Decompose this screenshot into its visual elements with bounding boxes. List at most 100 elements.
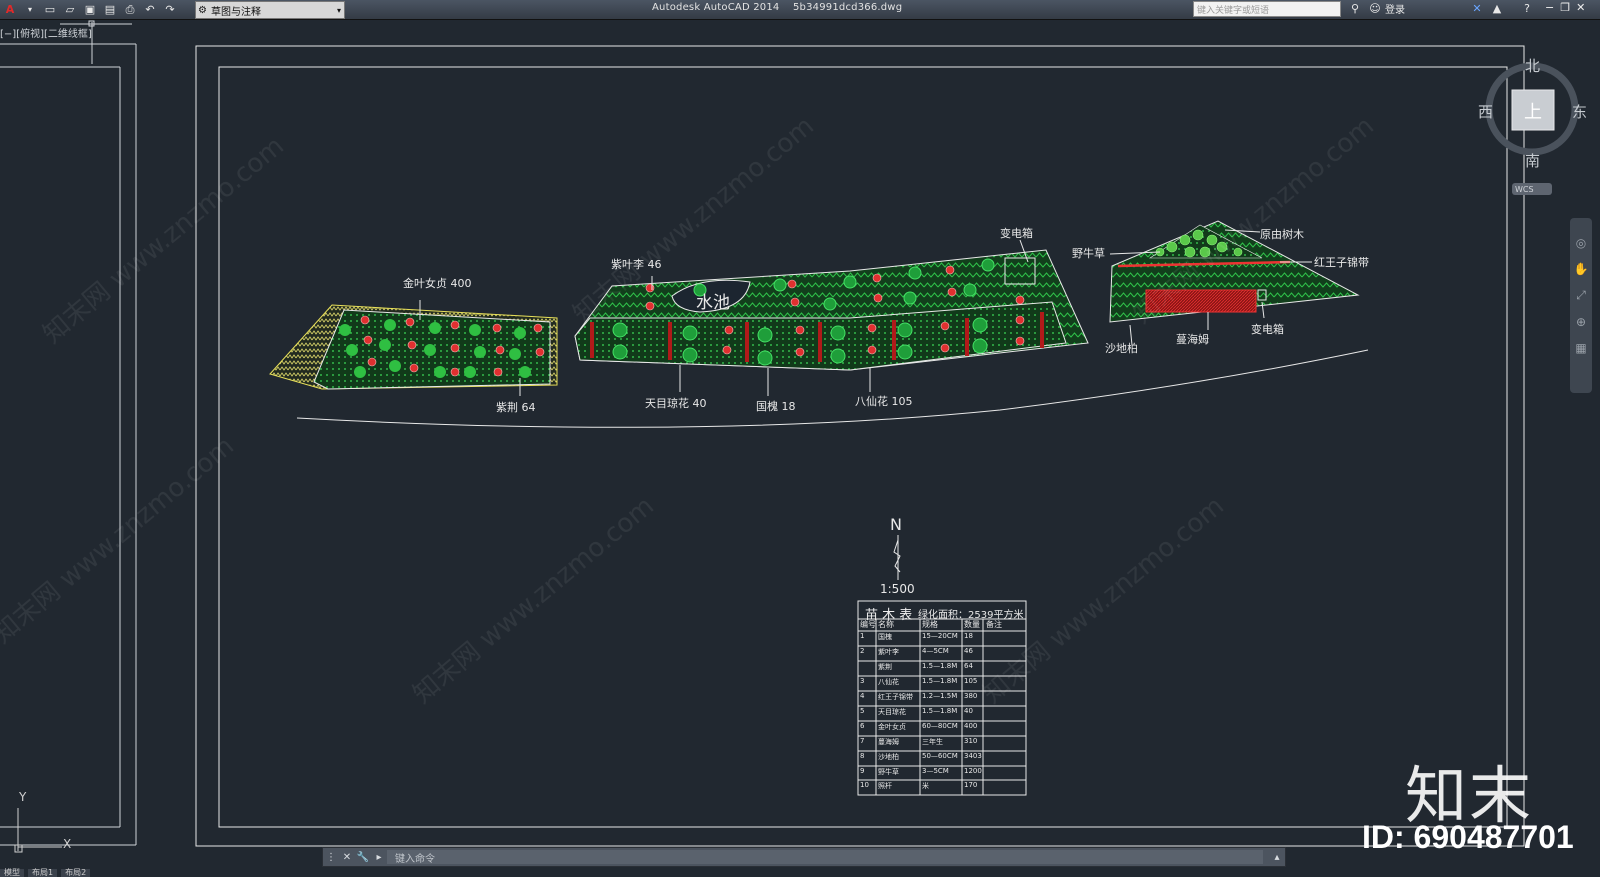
table-cell: 8 <box>860 752 865 760</box>
layout-tab[interactable]: 布局1 <box>28 869 58 877</box>
table-cell: 5 <box>860 707 865 715</box>
table-cell: 170 <box>964 781 978 789</box>
workspace-label: 草图与注释 <box>210 6 261 18</box>
table-cell: 40 <box>964 707 973 715</box>
table-cell: 4—5CM <box>922 647 949 655</box>
command-placeholder: 键入命令 <box>395 853 435 865</box>
autodesk-a360-icon[interactable]: ▲ <box>1489 2 1505 16</box>
table-cell: 三年生 <box>922 738 943 746</box>
workspace-dropdown[interactable]: ⚙ 草图与注释 ▾ <box>195 1 345 19</box>
table-cell: 1.5—1.8M <box>922 677 958 685</box>
table-cell: 46 <box>964 647 973 655</box>
title-right-tools: ⚲ ☺ 登录 ✕ ▲ ? <box>1345 1 1537 16</box>
left-viewport <box>0 20 137 846</box>
table-cell: 9 <box>860 767 865 775</box>
wcs-label: WCS <box>1515 184 1534 194</box>
menu-dropdown-icon[interactable]: ▾ <box>22 3 38 17</box>
close-command-line-icon[interactable]: ✕ <box>339 849 355 865</box>
label-transformer-box-2: 变电箱 <box>1251 323 1284 336</box>
wcs-menu[interactable]: WCS <box>1512 183 1552 195</box>
table-cell: 15—20CM <box>922 632 958 640</box>
north-letter: N <box>890 515 902 534</box>
open-file-icon[interactable]: ▱ <box>62 3 78 17</box>
table-header-cell: 数量 <box>964 620 980 629</box>
command-history-icon[interactable]: ▴ <box>1269 849 1285 865</box>
label-zijing: 紫荆 64 <box>496 401 536 414</box>
table-cell: 沙地柏 <box>878 753 899 761</box>
command-line: ⋮ ✕ 🔧 ▸ 键入命令 ▴ <box>322 847 1286 867</box>
command-input[interactable]: 键入命令 <box>387 850 1263 865</box>
ucs-y-label: Y <box>19 790 27 804</box>
compass-east[interactable]: 东 <box>1572 101 1587 122</box>
undo-icon[interactable]: ↶ <box>142 3 158 17</box>
table-cell: 国槐 <box>878 633 892 641</box>
save-icon[interactable]: ▣ <box>82 3 98 17</box>
label-transformer-box: 变电箱 <box>1000 227 1033 240</box>
table-cell: 1.5—1.8M <box>922 707 958 715</box>
table-cell: 50—60CM <box>922 752 958 760</box>
label-manhaimu: 蔓海姆 <box>1176 333 1209 346</box>
steering-wheel-icon[interactable]: ◎ <box>1570 236 1592 250</box>
table-cell: 1200 <box>964 767 982 775</box>
navigation-bar: ◎ ✋ ⤢ ⊕ ▦ <box>1570 218 1592 393</box>
table-cell: 1 <box>860 632 865 640</box>
zoom-extents-icon[interactable]: ⤢ <box>1570 288 1592 303</box>
table-cell: 1.2—1.5M <box>922 692 958 700</box>
redo-icon[interactable]: ↷ <box>162 3 178 17</box>
login-button[interactable]: 登录 <box>1385 1 1405 16</box>
table-cell: 紫叶李 <box>878 648 899 656</box>
table-cell: 400 <box>964 722 978 730</box>
table-cell: 2 <box>860 647 865 655</box>
close-icon[interactable]: ✕ <box>1576 1 1585 14</box>
help-icon[interactable]: ? <box>1519 2 1535 16</box>
app-title: Autodesk AutoCAD 2014 <box>652 2 780 13</box>
resource-id: ID: 690487701 <box>1362 819 1574 855</box>
table-cell: 6 <box>860 722 865 730</box>
user-icon[interactable]: ☺ <box>1367 2 1383 16</box>
table-header-cell: 备注 <box>986 620 1002 629</box>
label-hongwangzi: 红王子锦带 <box>1314 256 1369 269</box>
viewcube-top-face[interactable]: 上 <box>1524 98 1542 124</box>
label-baxianhua: 八仙花 105 <box>855 395 913 408</box>
pan-icon[interactable]: ✋ <box>1570 262 1592 276</box>
table-cell: 64 <box>964 662 973 670</box>
table-cell: 米 <box>922 782 929 790</box>
table-cell: 3403 <box>964 752 982 760</box>
exchange-icon[interactable]: ✕ <box>1469 2 1485 16</box>
ucs-x-label: X <box>63 837 72 851</box>
customize-wrench-icon[interactable]: 🔧 <box>355 849 371 865</box>
table-header-cell: 名称 <box>878 620 894 629</box>
table-cell: 18 <box>964 632 973 640</box>
compass-west[interactable]: 西 <box>1478 101 1493 122</box>
grip-icon[interactable]: ⋮ <box>323 849 339 865</box>
layout-tabs: 模型 布局1 布局2 <box>0 869 91 877</box>
table-cell: 金叶女贞 <box>878 723 906 731</box>
command-prompt-icon[interactable]: ▸ <box>371 849 387 865</box>
table-header-cell: 规格 <box>922 620 938 629</box>
new-file-icon[interactable]: ▭ <box>42 3 58 17</box>
table-cell: 八仙花 <box>878 678 899 686</box>
showmotion-icon[interactable]: ▦ <box>1570 341 1592 355</box>
table-cell: 3 <box>860 677 865 685</box>
chevron-down-icon: ▾ <box>336 5 341 15</box>
table-cell: 380 <box>964 692 978 700</box>
autocad-logo-icon[interactable]: A <box>2 3 18 17</box>
table-cell: 10 <box>860 781 869 789</box>
north-arrow-symbol <box>893 535 901 580</box>
table-cell: 4 <box>860 692 865 700</box>
file-name: 5b34991dcd366.dwg <box>792 2 903 13</box>
layout-tab[interactable]: 模型 <box>0 869 24 877</box>
search-input[interactable]: 键入关键字或短语 <box>1193 1 1341 17</box>
compass-north[interactable]: 北 <box>1525 55 1540 76</box>
search-placeholder: 键入关键字或短语 <box>1197 5 1270 16</box>
label-jinye-nuzhen: 金叶女贞 400 <box>403 277 472 290</box>
restore-icon[interactable]: ❐ <box>1560 1 1570 14</box>
orbit-icon[interactable]: ⊕ <box>1570 315 1592 329</box>
table-cell: 野牛草 <box>878 768 899 776</box>
save-as-icon[interactable]: ▤ <box>102 3 118 17</box>
layout-tab[interactable]: 布局2 <box>61 869 91 877</box>
binoculars-icon[interactable]: ⚲ <box>1347 2 1363 16</box>
print-icon[interactable]: ⎙ <box>122 3 138 17</box>
minimize-icon[interactable]: − <box>1545 1 1554 14</box>
compass-south[interactable]: 南 <box>1525 150 1540 171</box>
